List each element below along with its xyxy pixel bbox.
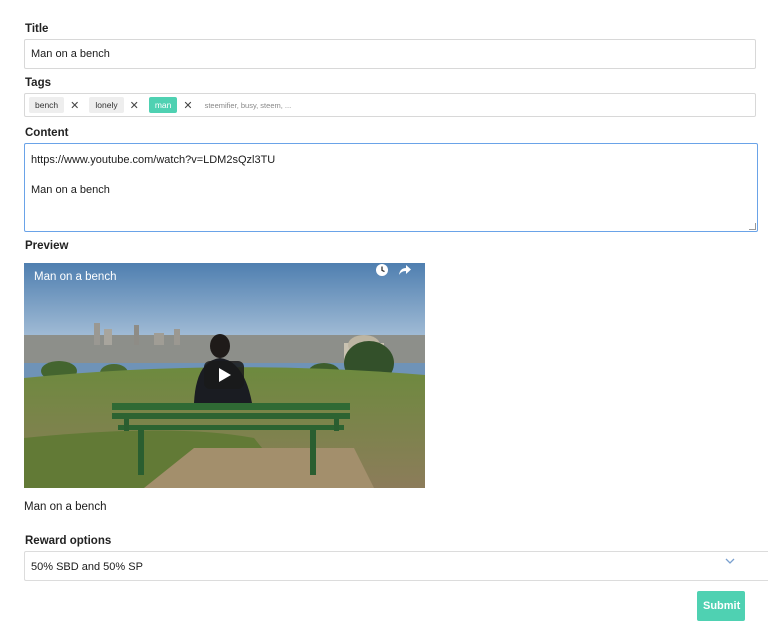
- watch-later-icon[interactable]: [375, 263, 389, 277]
- content-text-line: Man on a bench: [31, 184, 110, 196]
- tag-chip[interactable]: lonely: [89, 97, 124, 113]
- reward-label: Reward options: [25, 535, 112, 547]
- title-label: Title: [25, 23, 49, 35]
- video-thumbnail: [24, 263, 425, 488]
- close-icon[interactable]: ✕: [183, 99, 192, 112]
- close-icon[interactable]: ✕: [130, 99, 139, 112]
- tag-item: lonely ✕: [89, 97, 142, 113]
- share-icon[interactable]: [398, 263, 412, 277]
- tags-field[interactable]: bench ✕ lonely ✕ man ✕ steemifier, busy,…: [24, 93, 756, 117]
- close-icon[interactable]: ✕: [70, 99, 79, 112]
- tag-chip[interactable]: bench: [29, 97, 65, 113]
- chevron-down-icon[interactable]: [724, 556, 736, 566]
- preview-label: Preview: [25, 240, 69, 252]
- content-textarea[interactable]: https://www.youtube.com/watch?v=LDM2sQzl…: [24, 143, 758, 232]
- title-input[interactable]: Man on a bench: [24, 39, 756, 69]
- content-url-line: https://www.youtube.com/watch?v=LDM2sQzl…: [31, 154, 276, 166]
- tag-item: man ✕: [148, 97, 197, 113]
- resize-handle[interactable]: [749, 223, 756, 230]
- content-label: Content: [25, 127, 69, 139]
- tag-chip-active[interactable]: man: [148, 97, 178, 113]
- preview-body-text: Man on a bench: [24, 501, 107, 513]
- tags-label: Tags: [25, 77, 51, 89]
- reward-select[interactable]: 50% SBD and 50% SP: [24, 551, 768, 581]
- tags-input-placeholder[interactable]: steemifier, busy, steem, ...: [205, 101, 292, 110]
- tag-item: bench ✕: [29, 97, 83, 113]
- video-title[interactable]: Man on a bench: [34, 271, 116, 283]
- video-player[interactable]: Man on a bench: [24, 263, 425, 488]
- submit-button[interactable]: Submit: [697, 591, 745, 621]
